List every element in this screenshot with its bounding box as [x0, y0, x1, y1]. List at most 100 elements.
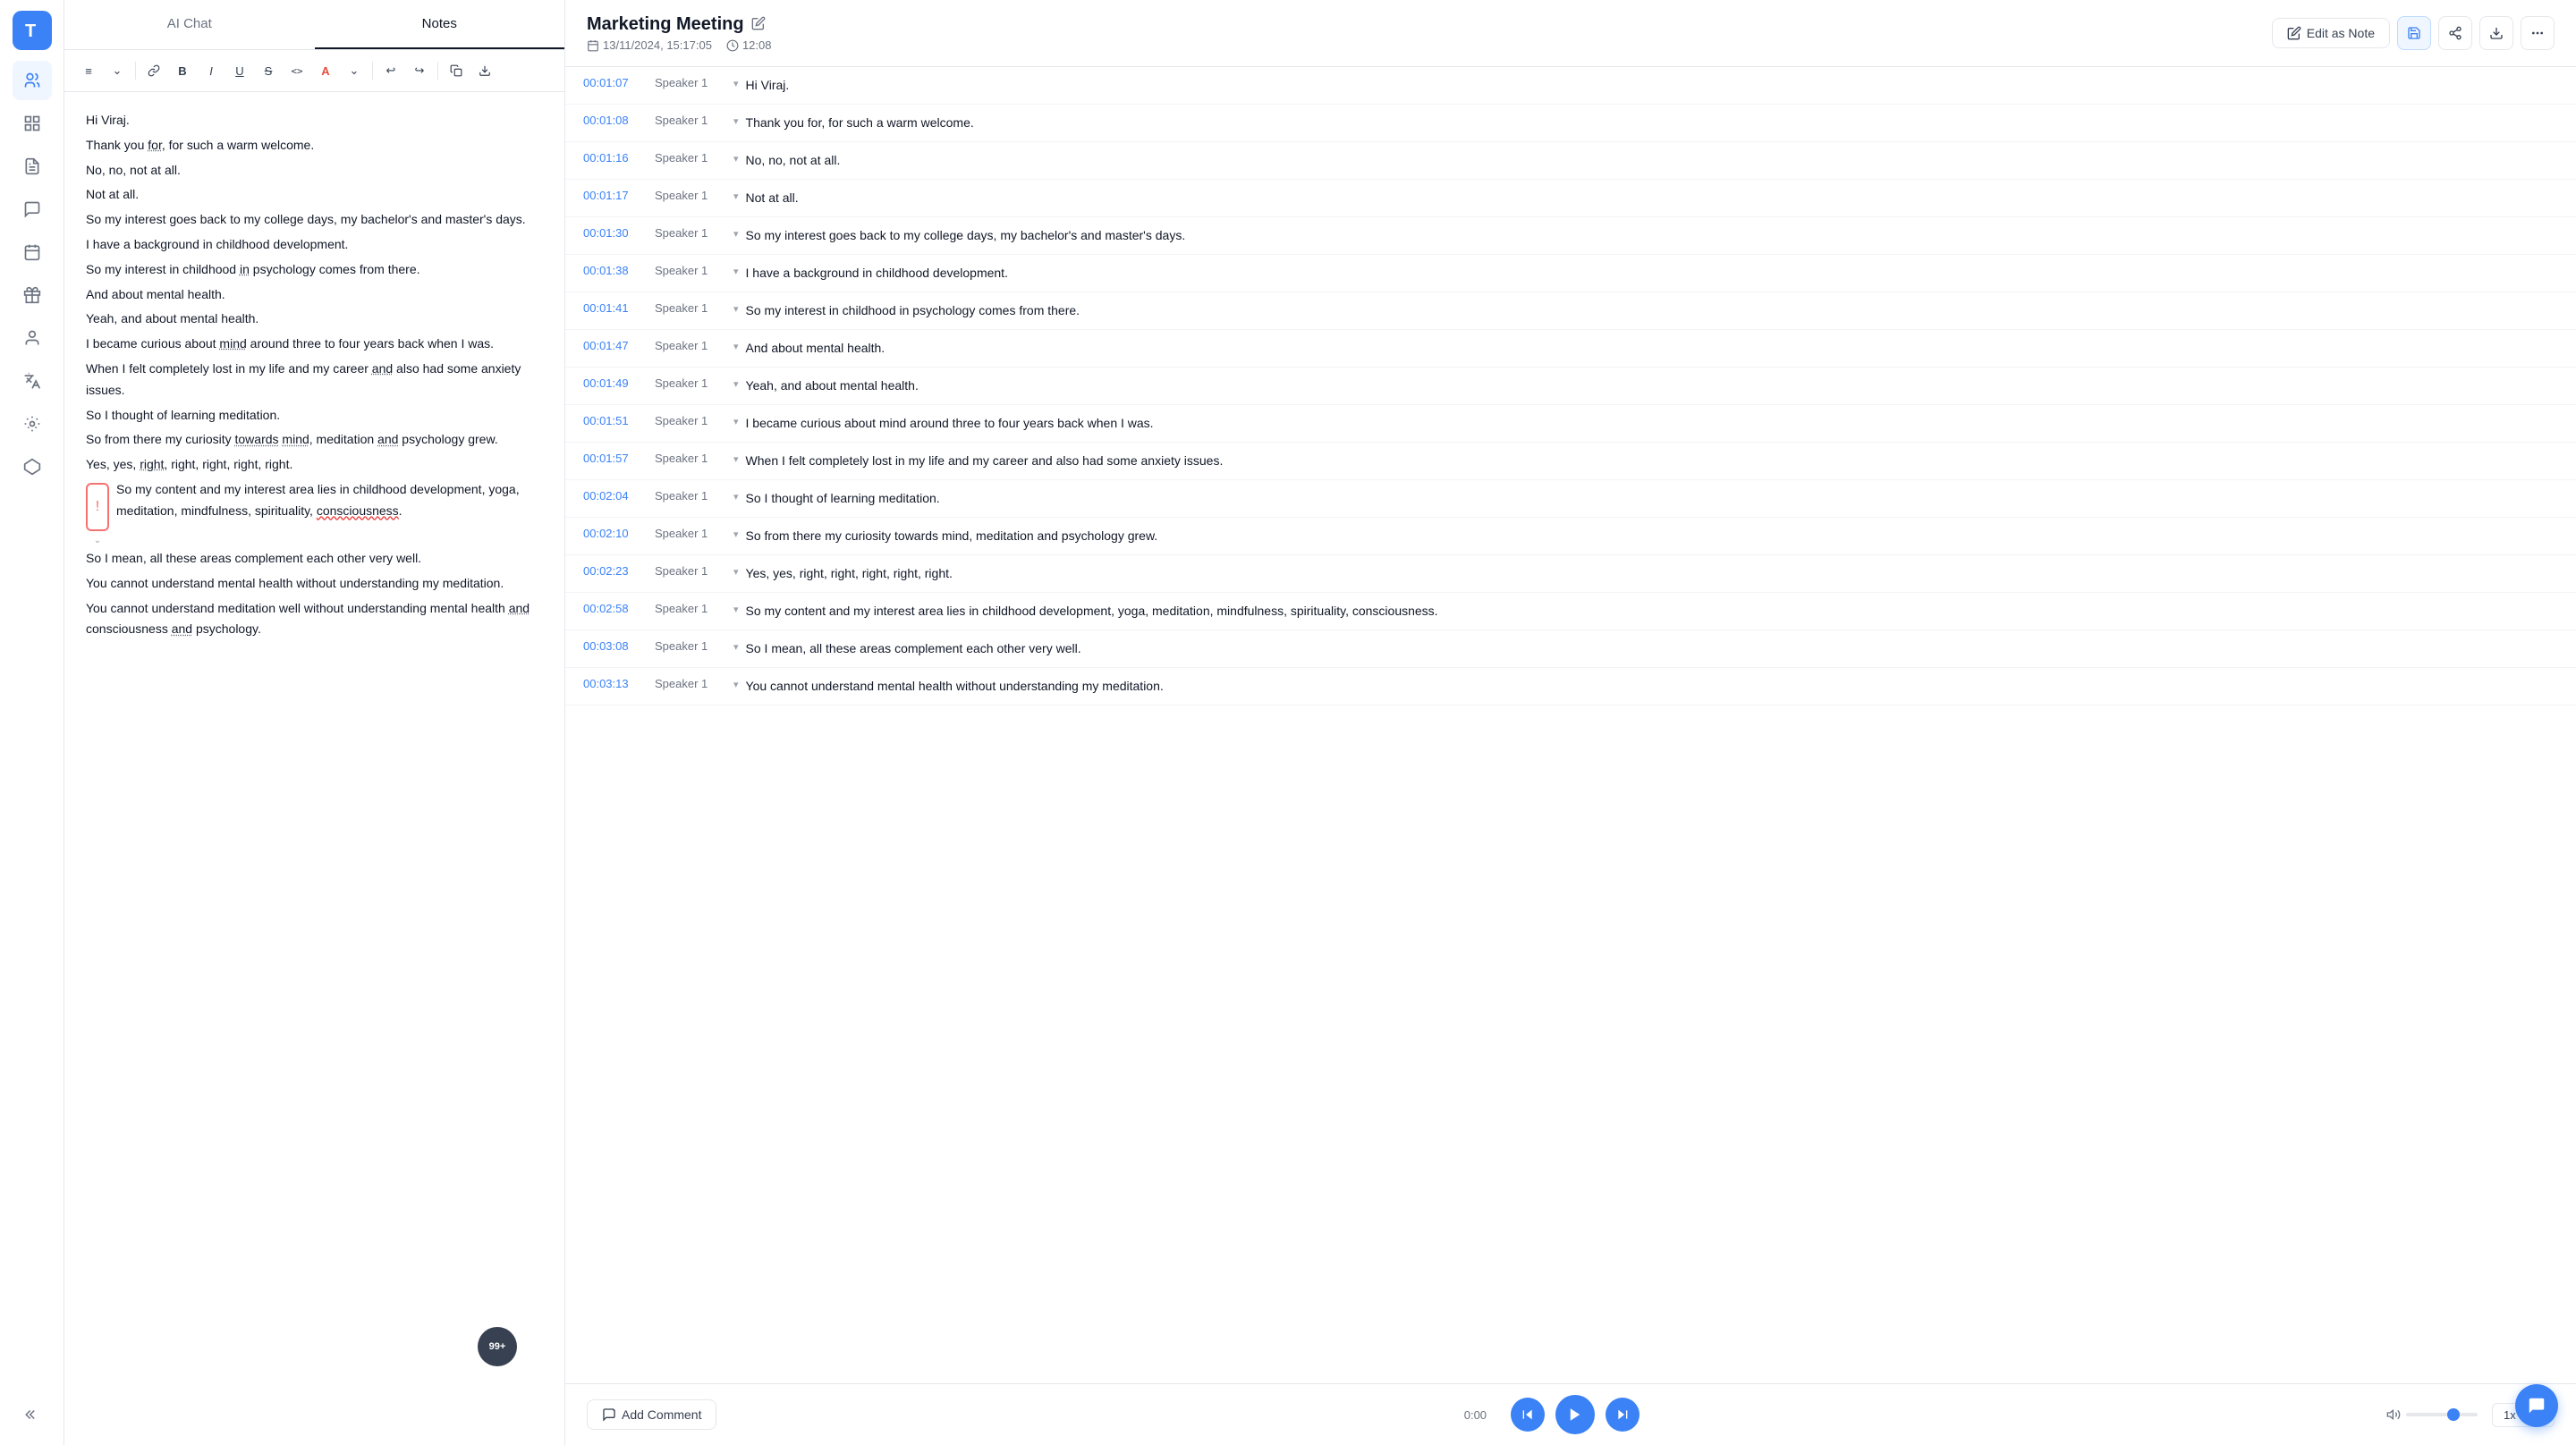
- transcript-row: 00:01:30 Speaker 1 ▾ So my interest goes…: [565, 217, 2576, 255]
- transcript-time[interactable]: 00:01:38: [583, 264, 648, 277]
- add-comment-button[interactable]: Add Comment: [587, 1399, 716, 1430]
- transcript-chevron[interactable]: ▾: [733, 266, 739, 277]
- toolbar-strikethrough[interactable]: S: [255, 57, 282, 84]
- transcript-chevron[interactable]: ▾: [733, 190, 739, 202]
- transcript-list: 00:01:07 Speaker 1 ▾ Hi Viraj. 00:01:08 …: [565, 67, 2576, 1383]
- transcript-chevron[interactable]: ▾: [733, 604, 739, 615]
- transcript-time[interactable]: 00:01:41: [583, 301, 648, 315]
- transcript-time[interactable]: 00:02:23: [583, 564, 648, 578]
- transcript-row: 00:02:23 Speaker 1 ▾ Yes, yes, right, ri…: [565, 555, 2576, 593]
- app-logo[interactable]: T: [13, 11, 52, 50]
- skip-forward-button[interactable]: [1606, 1398, 1640, 1432]
- transcript-time[interactable]: 00:03:13: [583, 677, 648, 690]
- transcript-chevron[interactable]: ▾: [733, 491, 739, 503]
- toolbar-divider-2: [372, 62, 373, 80]
- toolbar-copy[interactable]: [443, 57, 470, 84]
- sidebar-item-person[interactable]: [13, 318, 52, 358]
- editor-line-7: So my interest in childhood in psycholog…: [86, 259, 543, 281]
- toolbar-font-dropdown[interactable]: ⌄: [341, 57, 368, 84]
- transcript-speaker: Speaker 1: [655, 639, 726, 653]
- transcript-time[interactable]: 00:03:08: [583, 639, 648, 653]
- transcript-chevron[interactable]: ▾: [733, 378, 739, 390]
- transcript-chevron[interactable]: ▾: [733, 228, 739, 240]
- sidebar-collapse-btn[interactable]: [13, 1395, 52, 1434]
- toolbar-italic[interactable]: I: [198, 57, 225, 84]
- skip-back-button[interactable]: [1511, 1398, 1545, 1432]
- tab-notes[interactable]: Notes: [315, 0, 565, 49]
- transcript-time[interactable]: 00:01:57: [583, 452, 648, 465]
- transcript-chevron[interactable]: ▾: [733, 416, 739, 427]
- sidebar-item-translate[interactable]: [13, 361, 52, 401]
- editor-area[interactable]: Hi Viraj. Thank you for, for such a warm…: [64, 92, 564, 1445]
- sidebar-item-calendar[interactable]: [13, 232, 52, 272]
- editor-line-13: So from there my curiosity towards mind,…: [86, 429, 543, 451]
- more-options-button[interactable]: [2521, 16, 2555, 50]
- transcript-speaker: Speaker 1: [655, 602, 726, 615]
- notification-badge[interactable]: 99+: [478, 1327, 517, 1366]
- editor-line-18: You cannot understand meditation well wi…: [86, 598, 543, 641]
- toolbar-align[interactable]: ≡: [75, 57, 102, 84]
- sidebar-item-gift[interactable]: [13, 275, 52, 315]
- transcript-chevron[interactable]: ▾: [733, 341, 739, 352]
- transcript-chevron[interactable]: ▾: [733, 78, 739, 89]
- toolbar-code[interactable]: <>: [284, 57, 310, 84]
- share-button[interactable]: [2438, 16, 2472, 50]
- tab-ai-chat[interactable]: AI Chat: [64, 0, 315, 49]
- sidebar-item-chat[interactable]: [13, 190, 52, 229]
- editor-toolbar: ≡ ⌄ B I U S <> A ⌄ ↩ ↪: [64, 50, 564, 92]
- transcript-chevron[interactable]: ▾: [733, 528, 739, 540]
- transcript-time[interactable]: 00:02:10: [583, 527, 648, 540]
- sidebar-item-grid[interactable]: [13, 104, 52, 143]
- sidebar-item-document[interactable]: [13, 147, 52, 186]
- transcript-speaker: Speaker 1: [655, 527, 726, 540]
- transcript-time[interactable]: 00:01:17: [583, 189, 648, 202]
- play-pause-button[interactable]: [1555, 1395, 1595, 1434]
- transcript-time[interactable]: 00:01:30: [583, 226, 648, 240]
- transcript-time[interactable]: 00:01:08: [583, 114, 648, 127]
- transcript-time[interactable]: 00:02:58: [583, 602, 648, 615]
- toolbar-undo[interactable]: ↩: [377, 57, 404, 84]
- toolbar-link[interactable]: [140, 57, 167, 84]
- toolbar-bold[interactable]: B: [169, 57, 196, 84]
- transcript-chevron[interactable]: ▾: [733, 566, 739, 578]
- transcript-row: 00:02:04 Speaker 1 ▾ So I thought of lea…: [565, 480, 2576, 518]
- toolbar-align-dropdown[interactable]: ⌄: [104, 57, 131, 84]
- add-comment-label: Add Comment: [622, 1407, 701, 1422]
- meta-date: 13/11/2024, 15:17:05: [587, 38, 712, 52]
- transcript-time[interactable]: 00:02:04: [583, 489, 648, 503]
- transcript-time[interactable]: 00:01:07: [583, 76, 648, 89]
- sidebar-item-users[interactable]: [13, 61, 52, 100]
- sidebar-item-diamond[interactable]: [13, 447, 52, 486]
- toolbar-download[interactable]: [471, 57, 498, 84]
- meeting-title: Marketing Meeting: [587, 14, 744, 35]
- toolbar-underline[interactable]: U: [226, 57, 253, 84]
- transcript-text: Yeah, and about mental health.: [746, 376, 2558, 395]
- transcript-chevron[interactable]: ▾: [733, 641, 739, 653]
- chat-bubble-button[interactable]: [2515, 1384, 2558, 1427]
- transcript-time[interactable]: 00:01:51: [583, 414, 648, 427]
- toolbar-font-color[interactable]: A: [312, 57, 339, 84]
- transcript-chevron[interactable]: ▾: [733, 115, 739, 127]
- warning-indicator: !: [86, 483, 109, 531]
- transcript-time[interactable]: 00:01:47: [583, 339, 648, 352]
- transcript-time[interactable]: 00:01:49: [583, 376, 648, 390]
- edit-title-icon[interactable]: [751, 16, 766, 33]
- transcript-text: And about mental health.: [746, 339, 2558, 358]
- right-panel: Marketing Meeting 13/11/2024, 15:17:05 1…: [565, 0, 2576, 1445]
- volume-slider[interactable]: [2406, 1413, 2478, 1416]
- editor-line-10: I became curious about mind around three…: [86, 334, 543, 355]
- download-button[interactable]: [2479, 16, 2513, 50]
- toolbar-redo[interactable]: ↪: [406, 57, 433, 84]
- edit-as-note-button[interactable]: Edit as Note: [2272, 18, 2390, 48]
- save-button[interactable]: [2397, 16, 2431, 50]
- transcript-chevron[interactable]: ▾: [733, 679, 739, 690]
- transcript-text: Not at all.: [746, 189, 2558, 207]
- meeting-title-area: Marketing Meeting: [587, 14, 771, 35]
- transcript-chevron[interactable]: ▾: [733, 303, 739, 315]
- sidebar-item-tool[interactable]: [13, 404, 52, 444]
- editor-line-16: So I mean, all these areas complement ea…: [86, 548, 543, 570]
- transcript-chevron[interactable]: ▾: [733, 153, 739, 165]
- transcript-chevron[interactable]: ▾: [733, 453, 739, 465]
- transcript-speaker: Speaker 1: [655, 301, 726, 315]
- transcript-time[interactable]: 00:01:16: [583, 151, 648, 165]
